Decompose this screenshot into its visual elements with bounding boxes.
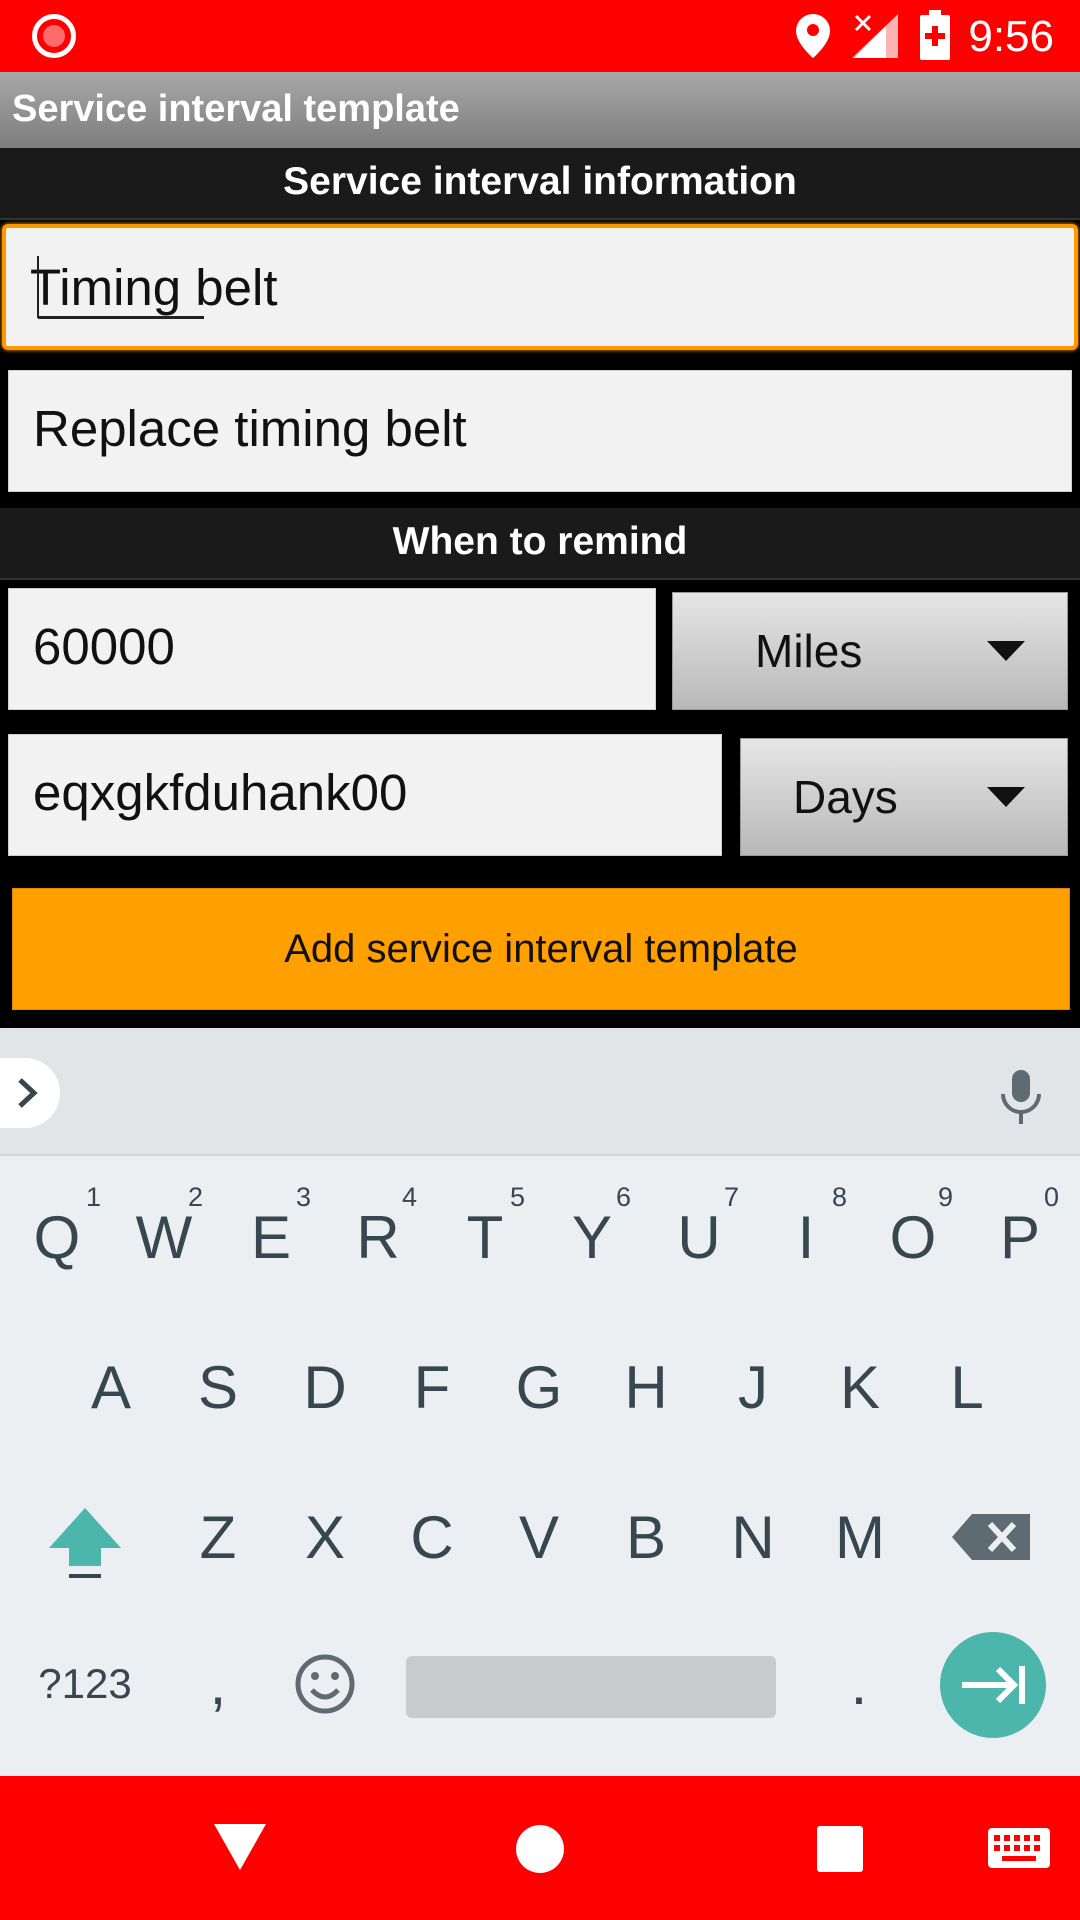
key-hint: 6 [616, 1182, 632, 1212]
key-g[interactable]: G [486, 1328, 592, 1448]
backspace-key[interactable] [942, 1478, 1048, 1598]
chevron-right-icon [18, 1078, 38, 1108]
backspace-icon [952, 1514, 1030, 1560]
key-a[interactable]: A [58, 1328, 164, 1448]
record-icon [32, 14, 76, 58]
key-hint: 2 [188, 1182, 204, 1212]
key-x[interactable]: X [272, 1478, 378, 1598]
navigation-bar [0, 1776, 1080, 1920]
add-template-button[interactable]: Add service interval template [12, 888, 1070, 1010]
enter-key[interactable] [940, 1632, 1046, 1738]
section-header-remind: When to remind [0, 508, 1080, 580]
key-m[interactable]: M [807, 1478, 913, 1598]
section-header-info: Service interval information [0, 148, 1080, 220]
key-hint: 7 [724, 1182, 740, 1212]
key-n[interactable]: N [700, 1478, 806, 1598]
battery-icon [920, 10, 950, 60]
key-f[interactable]: F [379, 1328, 485, 1448]
key-hint: 8 [832, 1182, 848, 1212]
enter-next-icon [962, 1666, 1025, 1704]
shift-key[interactable] [32, 1478, 138, 1598]
dropdown-arrow-icon [987, 787, 1025, 807]
emoji-icon [295, 1654, 355, 1714]
time-interval-value: eqxgkfduhank00 [33, 764, 408, 821]
key-d[interactable]: D [272, 1328, 378, 1448]
key-v[interactable]: V [486, 1478, 592, 1598]
description-field[interactable]: Replace timing belt [8, 370, 1072, 492]
time-unit-spinner[interactable]: Days [740, 738, 1068, 856]
shift-icon [49, 1508, 121, 1578]
back-icon[interactable] [214, 1824, 266, 1870]
space-key[interactable] [406, 1656, 776, 1718]
distance-unit-label: Miles [755, 625, 863, 677]
key-hint: 9 [938, 1182, 954, 1212]
distance-unit-spinner[interactable]: Miles [672, 592, 1068, 710]
key-c[interactable]: C [379, 1478, 485, 1598]
name-field-value: Timing belt [30, 259, 278, 316]
home-icon[interactable] [515, 1824, 565, 1874]
composing-underline [38, 316, 204, 319]
key-k[interactable]: K [807, 1328, 913, 1448]
time-unit-label: Days [793, 771, 898, 823]
symbols-key[interactable]: ?123 [32, 1624, 138, 1744]
suggestion-bar [0, 1028, 1080, 1156]
dropdown-arrow-icon [987, 641, 1025, 661]
emoji-key[interactable] [272, 1624, 378, 1744]
soft-keyboard: Q W E R T Y U I O P 1 2 3 4 5 6 7 8 9 0 … [0, 1028, 1080, 1776]
clock: 9:56 [968, 12, 1054, 61]
key-h[interactable]: H [593, 1328, 699, 1448]
key-hint: 5 [510, 1182, 526, 1212]
distance-interval-value: 60000 [33, 618, 175, 675]
microphone-icon[interactable] [1000, 1070, 1042, 1126]
text-cursor [37, 256, 39, 318]
key-b[interactable]: B [593, 1478, 699, 1598]
key-s[interactable]: S [165, 1328, 271, 1448]
key-hint: 4 [402, 1182, 418, 1212]
key-z[interactable]: Z [165, 1478, 271, 1598]
description-field-value: Replace timing belt [33, 400, 467, 457]
key-j[interactable]: J [700, 1328, 806, 1448]
no-signal-icon [852, 14, 898, 58]
action-bar: Service interval template [0, 72, 1080, 148]
status-bar: 9:56 [0, 0, 1080, 72]
comma-key[interactable]: , [165, 1624, 271, 1744]
period-key[interactable]: . [806, 1624, 912, 1744]
location-icon [796, 14, 830, 58]
keyboard-icon[interactable] [988, 1828, 1050, 1868]
distance-interval-field[interactable]: 60000 [8, 588, 656, 710]
time-interval-field[interactable]: eqxgkfduhank00 [8, 734, 722, 856]
key-l[interactable]: L [914, 1328, 1020, 1448]
page-title: Service interval template [12, 88, 460, 130]
recents-icon[interactable] [817, 1826, 863, 1872]
key-hint: 0 [1044, 1182, 1060, 1212]
key-hint: 3 [296, 1182, 312, 1212]
name-field[interactable]: Timing belt [2, 224, 1078, 350]
expand-toolbar-button[interactable] [0, 1058, 60, 1128]
key-hint: 1 [86, 1182, 102, 1212]
